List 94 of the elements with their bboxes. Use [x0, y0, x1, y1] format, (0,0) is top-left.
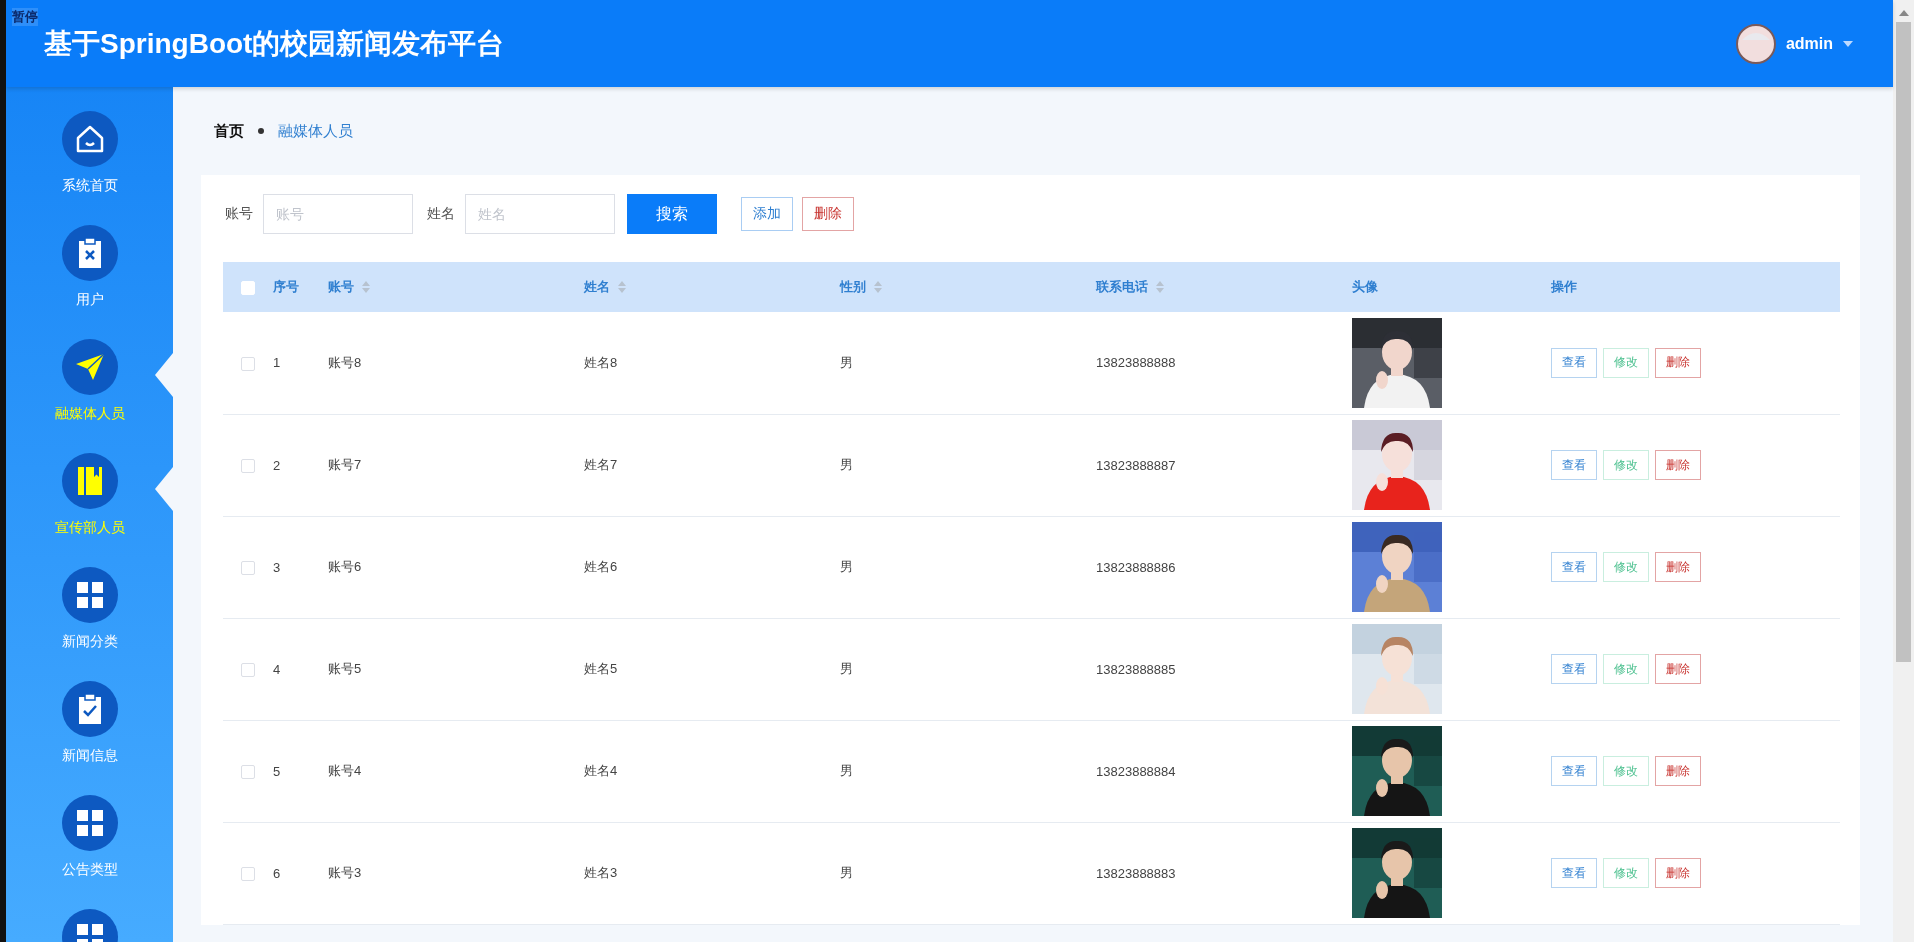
table-cell: 3	[273, 559, 281, 575]
user-name[interactable]: admin	[1785, 34, 1833, 53]
table-cell: 13823888887	[1096, 457, 1176, 473]
table-cell: 2	[273, 457, 281, 473]
table-cell: 姓名4	[584, 763, 618, 778]
table-cell: 男	[840, 559, 853, 574]
row-checkbox[interactable]	[241, 560, 255, 575]
selection-notch	[155, 353, 173, 397]
field-label: 姓名	[427, 205, 455, 223]
column-header[interactable]: 姓名	[584, 278, 626, 296]
table-cell: 男	[840, 661, 853, 676]
column-header[interactable]: 联系电话	[1096, 278, 1164, 296]
table-cell: 男	[840, 354, 853, 370]
edit-button[interactable]: 修改	[1603, 450, 1649, 480]
table-cell: 5	[273, 763, 281, 779]
search-field[interactable]: 账号	[263, 194, 413, 234]
sort-icon[interactable]	[874, 281, 882, 293]
delete-button[interactable]: 删除	[1655, 756, 1701, 786]
table-cell: 13823888886	[1096, 559, 1176, 575]
table-cell: 账号6	[328, 559, 362, 574]
table-cell: 账号4	[328, 763, 362, 778]
table-cell: 姓名5	[584, 661, 618, 676]
search-button[interactable]: 搜索	[627, 194, 717, 234]
scroll-up-icon[interactable]	[1898, 8, 1909, 16]
row-checkbox[interactable]	[241, 356, 255, 371]
table-cell: 账号5	[328, 661, 362, 676]
scrollbar-thumb[interactable]	[1896, 22, 1911, 662]
table-cell: 13823888883	[1096, 865, 1176, 881]
row-checkbox[interactable]	[241, 764, 255, 779]
edit-button[interactable]: 修改	[1603, 654, 1649, 684]
column-header[interactable]: 性别	[840, 278, 882, 296]
caret-icon[interactable]	[1843, 40, 1853, 47]
delete-button[interactable]: 删除	[1655, 654, 1701, 684]
scrollbar[interactable]	[1893, 0, 1914, 942]
table-cell: 男	[840, 865, 853, 880]
row-checkbox[interactable]	[241, 866, 255, 881]
sidebar-item[interactable]: 融媒体人员	[6, 339, 173, 443]
column-header: 操作	[1551, 278, 1577, 296]
table-cell: 账号8	[328, 354, 362, 370]
table-cell: 男	[840, 457, 853, 472]
table-cell: 姓名8	[584, 354, 618, 370]
table-cell: 姓名3	[584, 865, 618, 880]
edit-button[interactable]: 修改	[1603, 552, 1649, 582]
column-header[interactable]: 账号	[328, 278, 370, 296]
sidebar-item[interactable]: 系统首页	[6, 111, 173, 215]
delete-button[interactable]: 删除	[1655, 347, 1701, 378]
sidebar-item[interactable]: 宣传部人员	[6, 453, 173, 557]
table-cell: 账号7	[328, 457, 362, 472]
view-button[interactable]: 查看	[1551, 450, 1597, 480]
search-field[interactable]: 姓名	[465, 194, 615, 234]
table-cell: 姓名7	[584, 457, 618, 472]
table-cell: 男	[840, 763, 853, 778]
row-checkbox[interactable]	[241, 458, 255, 473]
view-button[interactable]: 查看	[1551, 756, 1597, 786]
add-button[interactable]: 添加	[741, 197, 793, 231]
selection-notch	[155, 467, 173, 511]
delete-button[interactable]: 删除	[1655, 552, 1701, 582]
view-button[interactable]: 查看	[1551, 858, 1597, 888]
edit-button[interactable]: 修改	[1603, 756, 1649, 786]
site-title: 基于SpringBoot的校园新闻发布平台	[44, 26, 505, 61]
table-cell: 姓名6	[584, 559, 618, 574]
sort-icon[interactable]	[1156, 281, 1164, 293]
select-all-checkbox[interactable]	[241, 280, 255, 295]
field-label: 账号	[225, 205, 253, 223]
sort-icon[interactable]	[618, 281, 626, 293]
breadcrumb-link[interactable]: 融媒体人员	[278, 121, 353, 141]
view-button[interactable]: 查看	[1551, 654, 1597, 684]
view-button[interactable]: 查看	[1551, 552, 1597, 582]
table-cell: 1	[273, 355, 281, 371]
table-cell: 13823888884	[1096, 763, 1176, 779]
table-cell: 13823888888	[1096, 355, 1176, 371]
breadcrumb-separator	[258, 128, 264, 134]
delete-button[interactable]: 删除	[802, 197, 854, 231]
row-checkbox[interactable]	[241, 662, 255, 677]
breadcrumb-link[interactable]: 首页	[214, 121, 244, 141]
table-cell: 4	[273, 661, 281, 677]
grid-icon	[74, 580, 105, 610]
table-cell: 6	[273, 865, 281, 881]
sidebar-item[interactable]: 新闻分类	[6, 567, 173, 671]
grid-icon	[74, 808, 105, 838]
edit-button[interactable]: 修改	[1603, 347, 1649, 378]
column-header: 头像	[1352, 278, 1378, 296]
column-header: 序号	[273, 278, 299, 296]
sidebar-item[interactable]: 新闻信息	[6, 681, 173, 785]
sidebar-item[interactable]: 用户	[6, 225, 173, 329]
sidebar-item[interactable]: 公告类型	[6, 795, 173, 899]
delete-button[interactable]: 删除	[1655, 858, 1701, 888]
avatar-icon[interactable]	[1735, 23, 1776, 64]
view-button[interactable]: 查看	[1551, 347, 1597, 378]
edit-button[interactable]: 修改	[1603, 858, 1649, 888]
delete-button[interactable]: 删除	[1655, 450, 1701, 480]
sort-icon[interactable]	[362, 281, 370, 293]
table-cell: 13823888885	[1096, 661, 1176, 677]
table-cell: 账号3	[328, 865, 362, 880]
